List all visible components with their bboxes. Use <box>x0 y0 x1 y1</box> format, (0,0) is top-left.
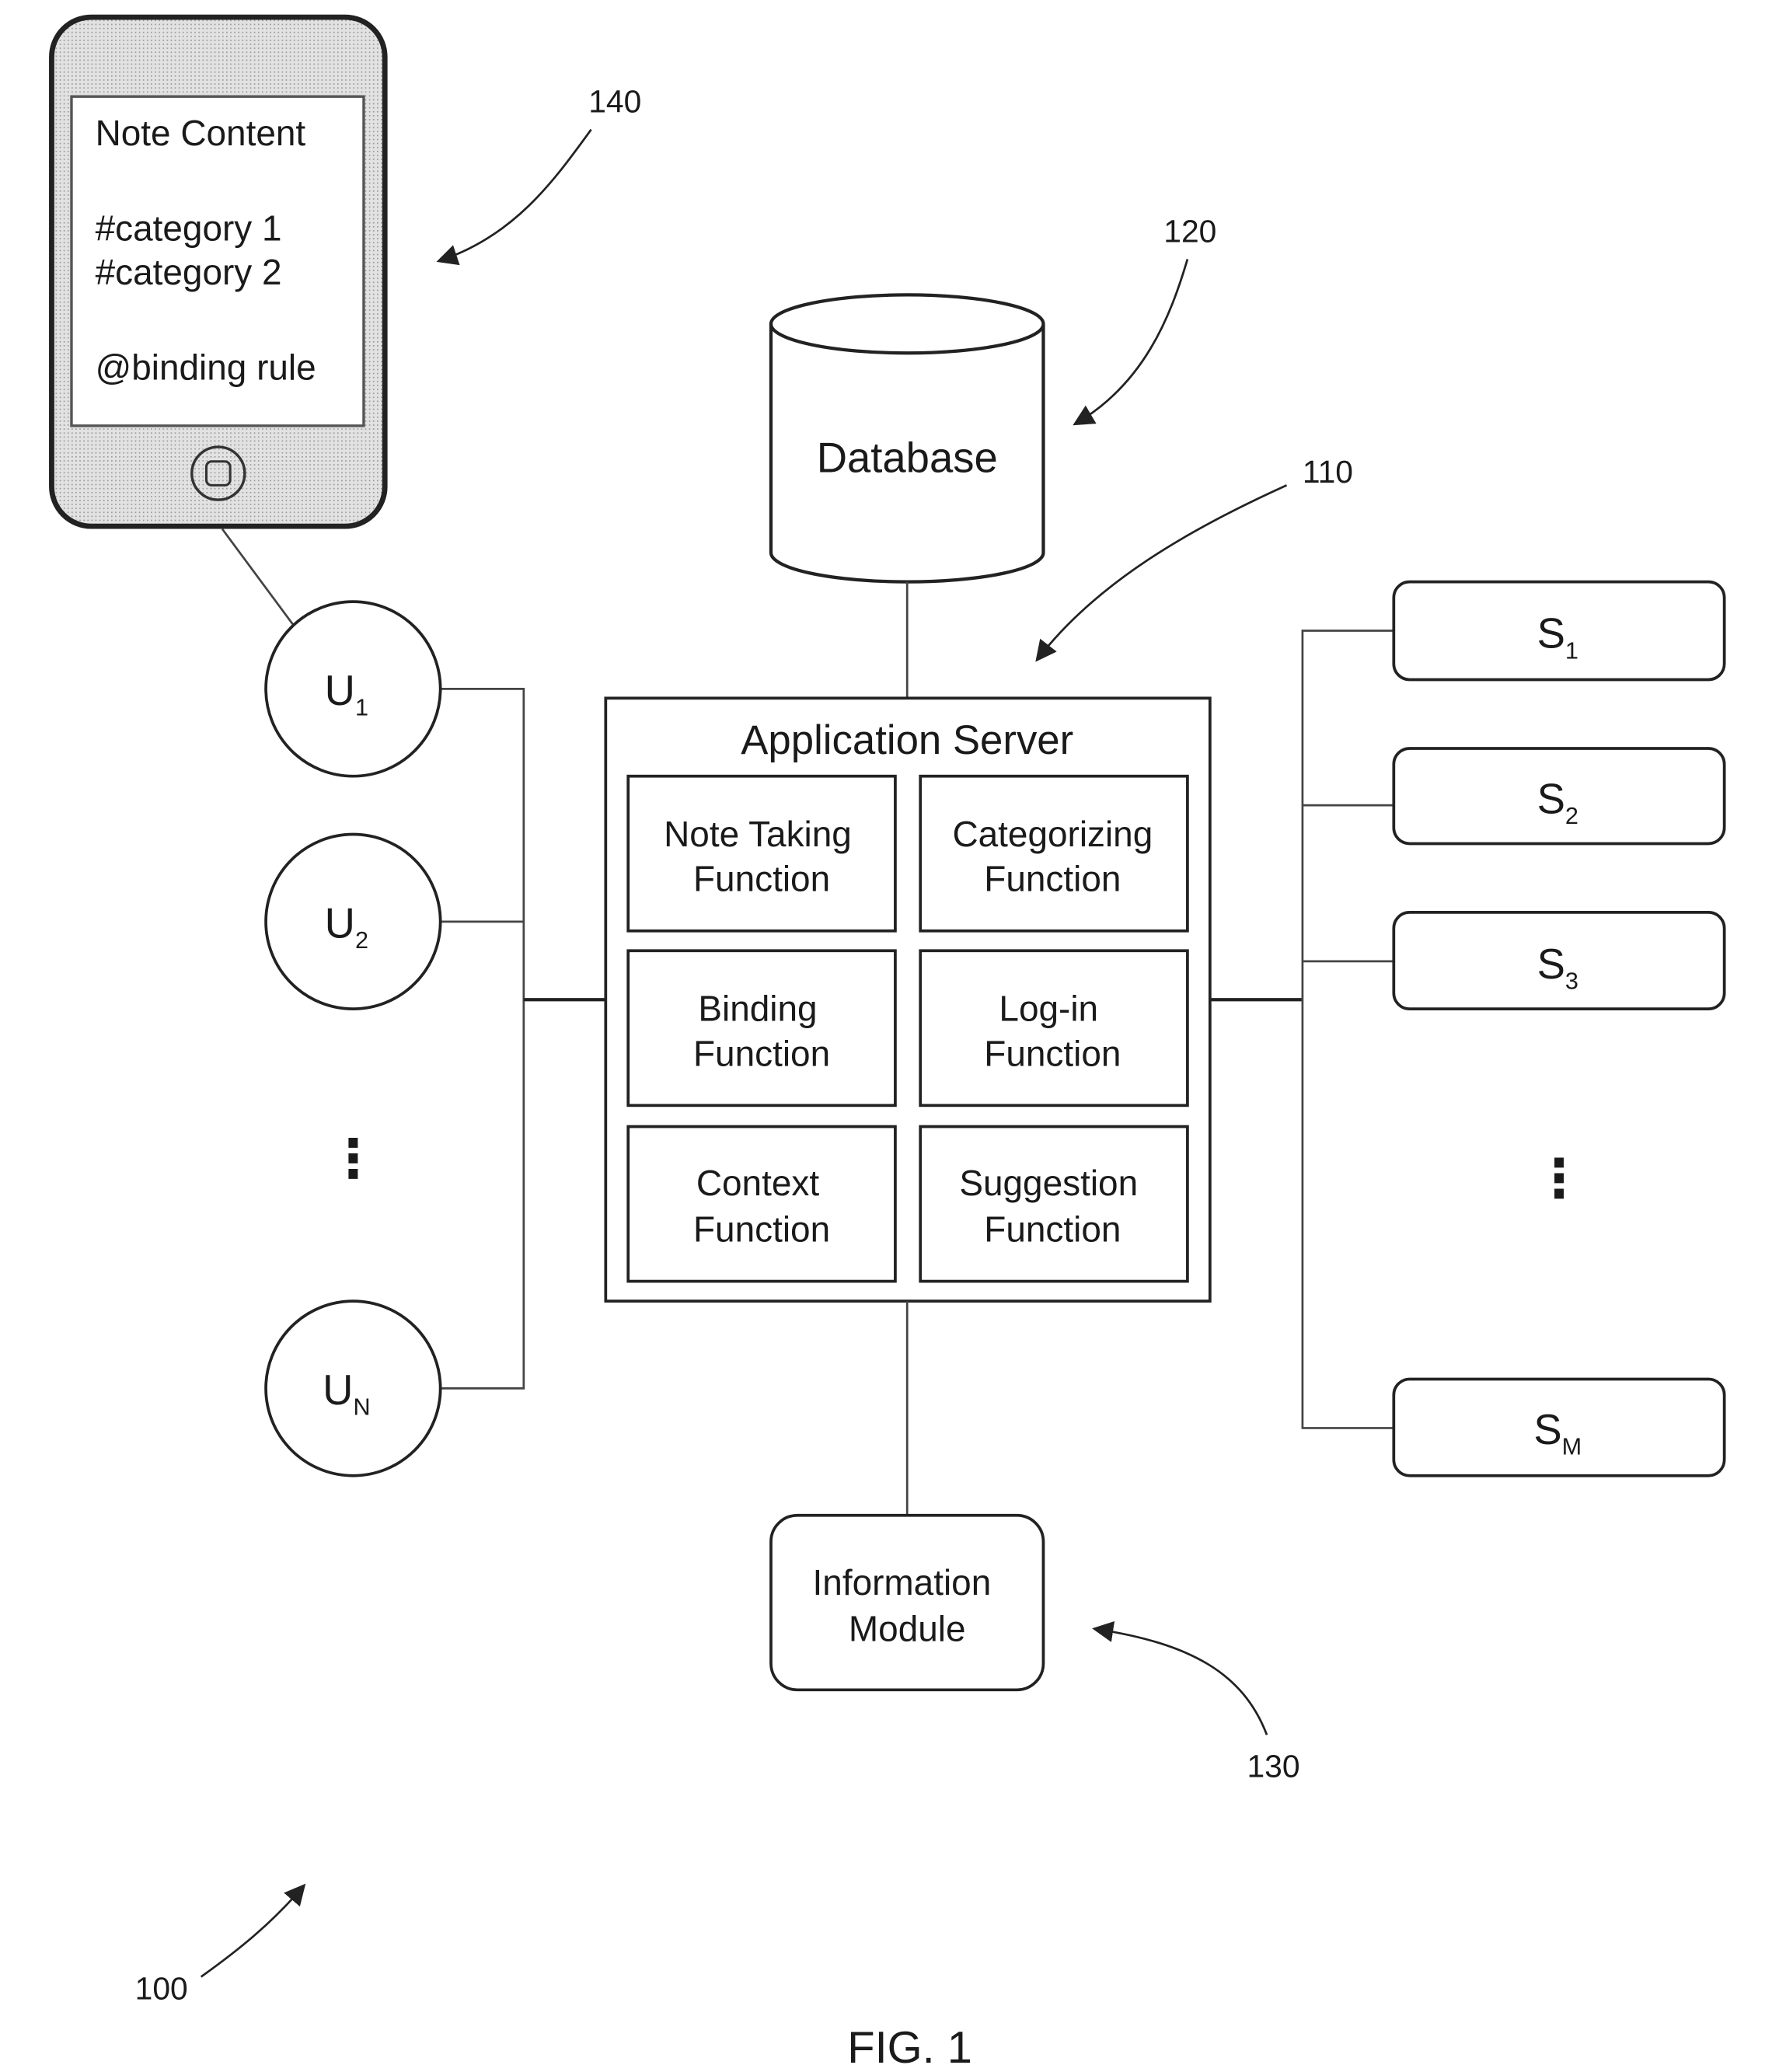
ref-label-120: 120 <box>1163 213 1216 249</box>
info-module-label: Information <box>813 1562 992 1603</box>
note-content-text: Note Content <box>96 113 306 153</box>
device-to-u1-link <box>221 528 295 626</box>
information-module: Information Module <box>769 1513 1045 1692</box>
ref-arrow-100 <box>200 1883 306 1978</box>
server-title: Application Server <box>741 717 1073 763</box>
category-1-text: #category 1 <box>96 208 282 249</box>
function-label: Function <box>693 859 830 899</box>
user-node-n: UN <box>264 1299 442 1477</box>
database-label: Database <box>817 434 998 481</box>
function-binding: Binding Function <box>626 949 897 1108</box>
function-categorizing: Categorizing Function <box>919 774 1189 933</box>
function-label: Function <box>984 1033 1121 1073</box>
binding-rule-text: @binding rule <box>96 347 316 387</box>
function-label: Categorizing <box>952 814 1153 854</box>
function-label: Context <box>696 1163 820 1203</box>
function-label: Log-in <box>999 988 1098 1028</box>
function-context: Context Function <box>626 1125 897 1283</box>
ref-arrow-130 <box>1092 1620 1268 1735</box>
function-suggestion: Suggestion Function <box>919 1125 1189 1283</box>
function-log-in: Log-in Function <box>919 949 1189 1108</box>
function-note-taking: Note Taking Function <box>626 774 897 933</box>
ref-arrow-110 <box>1035 484 1288 662</box>
function-label: Function <box>693 1033 830 1073</box>
figure-caption: FIG. 1 <box>847 2023 972 2072</box>
ref-label-140: 140 <box>588 84 641 120</box>
user-node-2: U2 <box>264 832 442 1010</box>
service-node-3: S3 <box>1392 911 1726 1010</box>
function-label: Function <box>693 1209 830 1250</box>
function-label: Note Taking <box>664 814 852 854</box>
function-label: Binding <box>698 988 817 1028</box>
ref-label-100: 100 <box>135 1970 188 2006</box>
function-label: Function <box>984 1209 1121 1250</box>
mobile-device: Note Content #category 1 #category 2 @bi… <box>49 14 388 529</box>
service-bus <box>1209 630 1396 1429</box>
application-server: Application Server Note Taking Function … <box>604 696 1212 1303</box>
services-ellipsis: ⋮ <box>1533 1149 1585 1209</box>
user-bus <box>440 688 606 1390</box>
function-label: Suggestion <box>959 1163 1138 1203</box>
category-2-text: #category 2 <box>96 252 282 292</box>
ref-label-130: 130 <box>1247 1749 1299 1784</box>
database-cylinder: Database <box>769 293 1045 584</box>
ref-arrow-140 <box>436 128 592 266</box>
users-ellipsis: ⋮ <box>326 1129 379 1188</box>
service-node-1: S1 <box>1392 580 1726 682</box>
ref-arrow-120 <box>1073 259 1189 426</box>
info-module-label: Module <box>849 1608 966 1648</box>
service-node-m: SM <box>1392 1377 1726 1477</box>
user-node-1: U1 <box>264 600 442 778</box>
system-diagram: Note Content #category 1 #category 2 @bi… <box>49 14 1726 2072</box>
ref-label-110: 110 <box>1303 454 1353 490</box>
function-label: Function <box>984 859 1121 899</box>
service-node-2: S2 <box>1392 747 1726 846</box>
